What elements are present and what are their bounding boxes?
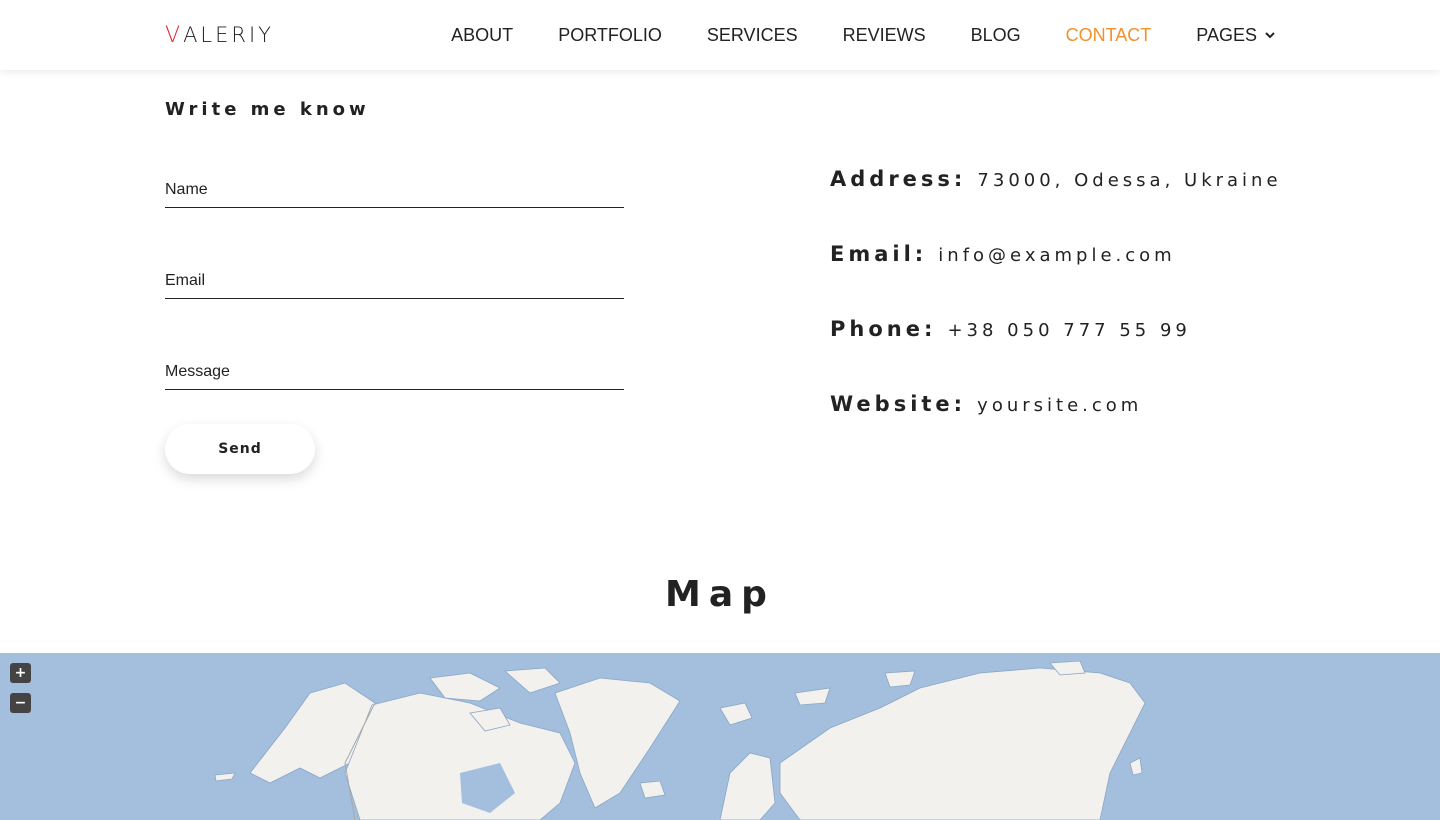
name-field	[165, 168, 624, 208]
phone-value[interactable]: +38 050 777 55 99	[947, 320, 1190, 341]
chevron-down-icon	[1265, 32, 1275, 39]
email-value[interactable]: info@example.com	[938, 245, 1175, 266]
address-row: Address: 73000, Odessa, Ukraine	[830, 167, 1282, 191]
form-title: Write me know	[165, 99, 370, 120]
logo-first-letter: V	[165, 22, 184, 48]
map-land	[214, 660, 1146, 820]
nav-reviews[interactable]: REVIEWS	[843, 25, 926, 46]
send-button[interactable]: Send	[165, 424, 315, 474]
logo-text: ALERIY	[183, 23, 275, 47]
nav-pages-label: PAGES	[1196, 24, 1257, 45]
email-row: Email: info@example.com	[830, 242, 1176, 266]
world-map[interactable]: + −	[0, 653, 1440, 820]
zoom-in-button[interactable]: +	[10, 663, 31, 683]
website-row: Website: yoursite.com	[830, 392, 1142, 416]
name-input[interactable]	[165, 168, 624, 207]
message-input[interactable]	[165, 350, 624, 389]
nav-services[interactable]: SERVICES	[707, 25, 798, 46]
email-input[interactable]	[165, 259, 624, 298]
nav-contact[interactable]: CONTACT	[1066, 25, 1152, 46]
website-value[interactable]: yoursite.com	[977, 395, 1142, 416]
email-label: Email:	[830, 242, 928, 266]
message-field	[165, 350, 624, 390]
site-header: V ALERIY ABOUT PORTFOLIO SERVICES REVIEWS…	[0, 0, 1440, 70]
email-field	[165, 259, 624, 299]
phone-label: Phone:	[830, 317, 937, 341]
zoom-out-button[interactable]: −	[10, 693, 31, 713]
nav-pages[interactable]: PAGES	[1196, 25, 1275, 46]
website-label: Website:	[830, 392, 967, 416]
logo[interactable]: V ALERIY	[165, 20, 274, 50]
map-title: Map	[665, 574, 775, 615]
nav-about[interactable]: ABOUT	[451, 25, 513, 46]
address-value: 73000, Odessa, Ukraine	[977, 170, 1282, 191]
phone-row: Phone: +38 050 777 55 99	[830, 317, 1191, 341]
nav-portfolio[interactable]: PORTFOLIO	[558, 25, 662, 46]
address-label: Address:	[830, 167, 967, 191]
main-nav: ABOUT PORTFOLIO SERVICES REVIEWS BLOG CO…	[406, 0, 1275, 70]
nav-blog[interactable]: BLOG	[971, 25, 1021, 46]
